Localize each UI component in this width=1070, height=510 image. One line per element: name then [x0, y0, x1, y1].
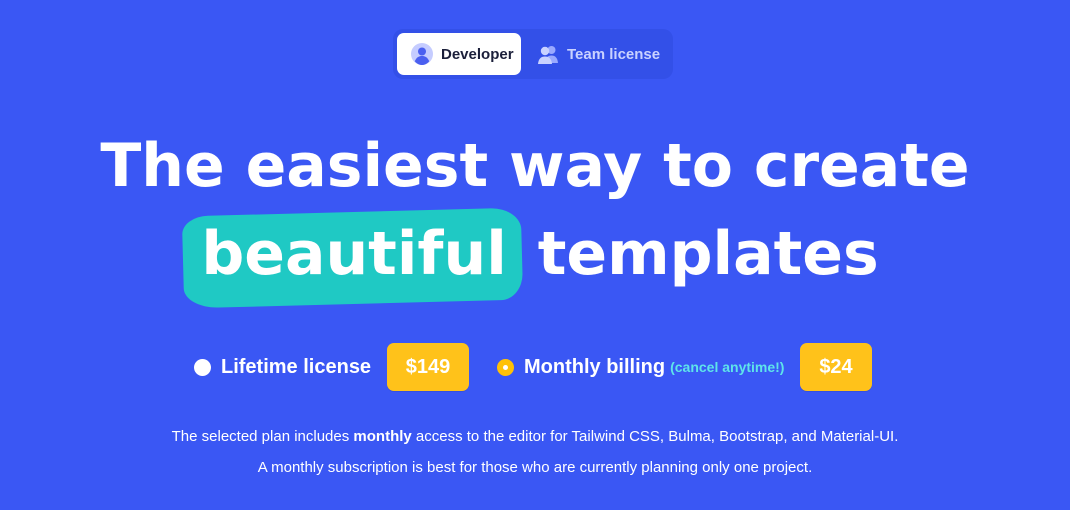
lifetime-license-label: Lifetime license — [221, 355, 372, 378]
plan-description: The selected plan includes monthly acces… — [0, 428, 1070, 445]
page-headline: The easiest way to create beautiful temp… — [0, 122, 1070, 298]
tab-developer-label: Developer — [441, 45, 514, 63]
headline-line-1: The easiest way to create — [100, 131, 970, 201]
headline-line-2: beautiful templates — [0, 210, 1070, 298]
headline-highlight: beautiful — [191, 210, 516, 298]
tab-team-license[interactable]: Team license — [527, 33, 665, 75]
headline-line-2-rest: templates — [537, 219, 879, 289]
license-tabs: Developer Team license — [393, 29, 673, 79]
lifetime-price-badge: $149 — [387, 343, 469, 391]
user-icon — [411, 43, 433, 65]
plan-recommendation: A monthly subscription is best for those… — [257, 459, 813, 476]
monthly-billing-label: Monthly billing — [524, 355, 666, 378]
users-icon — [537, 43, 559, 65]
plan-description-start: The selected plan includes — [171, 428, 354, 445]
billing-options: Lifetime license $149 Monthly billing (c… — [0, 343, 1070, 393]
tab-developer[interactable]: Developer — [397, 33, 521, 75]
lifetime-radio[interactable] — [194, 358, 211, 376]
plan-description-end: access to the editor for Tailwind CSS, B… — [411, 428, 899, 445]
lifetime-license-option[interactable]: Lifetime license — [194, 343, 371, 391]
monthly-radio[interactable] — [497, 358, 514, 376]
tab-team-license-label: Team license — [567, 45, 661, 63]
monthly-billing-note: (cancel anytime!) — [670, 359, 785, 375]
monthly-price-badge: $24 — [800, 343, 872, 391]
plan-description-bold: monthly — [353, 428, 412, 445]
monthly-billing-option[interactable]: Monthly billing (cancel anytime!) — [497, 343, 784, 391]
